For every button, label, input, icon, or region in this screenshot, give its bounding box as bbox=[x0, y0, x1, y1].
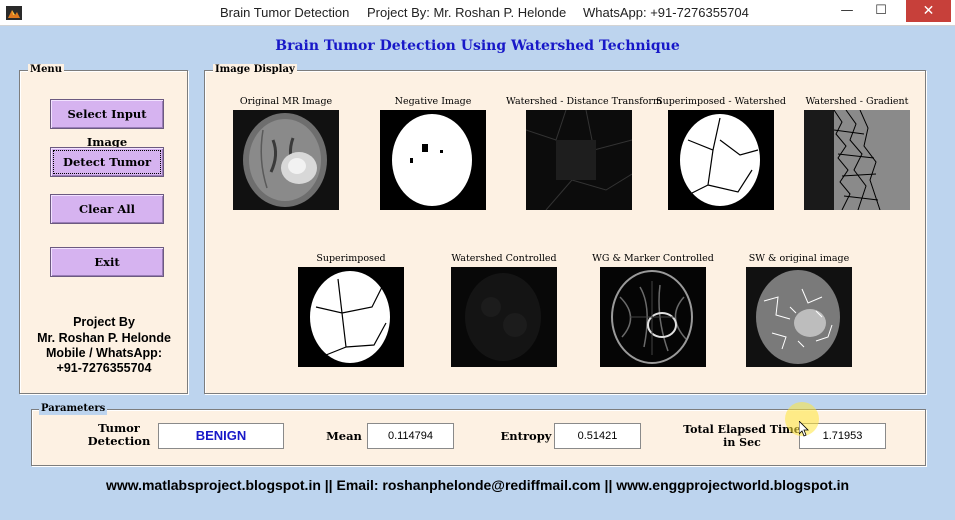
credit-line-3: Mobile / WhatsApp: bbox=[46, 346, 162, 360]
image-display-panel: Image Display Original MR Image Negative… bbox=[204, 64, 926, 394]
original-mr-image bbox=[233, 110, 339, 210]
exit-button[interactable]: Exit bbox=[50, 247, 164, 277]
matlab-icon bbox=[6, 6, 22, 20]
image-display-title: Image Display bbox=[213, 64, 297, 76]
distance-transform-image bbox=[526, 110, 632, 210]
elapsed-time-line-2: in Sec bbox=[723, 436, 761, 449]
minimize-button[interactable]: — bbox=[832, 0, 862, 22]
entropy-label: Entropy bbox=[500, 429, 552, 443]
tumor-detection-field[interactable]: BENIGN bbox=[158, 423, 284, 449]
entropy-field[interactable]: 0.51421 bbox=[554, 423, 641, 449]
window-whatsapp: WhatsApp: +91-7276355704 bbox=[583, 5, 749, 20]
window-project: Project By: Mr. Roshan P. Helonde bbox=[367, 5, 567, 20]
elapsed-time-label: Total Elapsed Time in Sec bbox=[682, 423, 802, 449]
watershed-controlled-image bbox=[451, 267, 557, 367]
menu-panel: Menu Select Input Image Detect Tumor Cle… bbox=[19, 64, 188, 394]
footer-contact: www.matlabsproject.blogspot.in || Email:… bbox=[105, 477, 850, 493]
credit-line-2: Mr. Roshan P. Helonde bbox=[37, 331, 171, 345]
watershed-gradient-caption: Watershed - Gradient bbox=[805, 96, 909, 107]
window-title: Brain Tumor Detection bbox=[220, 5, 350, 20]
maximize-button[interactable]: ☐ bbox=[866, 0, 896, 22]
original-mr-caption: Original MR Image bbox=[239, 96, 333, 107]
page-title: Brain Tumor Detection Using Watershed Te… bbox=[275, 38, 680, 54]
superimposed-image bbox=[298, 267, 404, 367]
tumor-detection-label: Tumor Detection bbox=[79, 422, 159, 448]
title-bar: Brain Tumor Detection Project By: Mr. Ro… bbox=[0, 0, 955, 26]
superimposed-caption: Superimposed bbox=[316, 253, 386, 264]
mean-label: Mean bbox=[326, 429, 362, 443]
clear-all-button[interactable]: Clear All bbox=[50, 194, 164, 224]
watershed-controlled-caption: Watershed Controlled bbox=[451, 253, 557, 264]
tumor-label-line-2: Detection bbox=[87, 434, 151, 448]
negative-image bbox=[380, 110, 486, 210]
mouse-pointer-icon bbox=[799, 421, 809, 437]
negative-caption: Negative Image bbox=[394, 96, 472, 107]
marker-controlled-image bbox=[600, 267, 706, 367]
detect-tumor-button[interactable]: Detect Tumor bbox=[50, 147, 164, 177]
credit-line-1: Project By bbox=[73, 315, 135, 329]
marker-controlled-caption: WG & Marker Controlled bbox=[592, 253, 714, 264]
menu-panel-title: Menu bbox=[28, 64, 64, 76]
select-input-image-button[interactable]: Select Input Image bbox=[50, 99, 164, 149]
parameters-panel-title: Parameters bbox=[39, 403, 108, 415]
sw-original-caption: SW & original image bbox=[748, 253, 850, 264]
watershed-gradient-image bbox=[804, 110, 910, 210]
sw-original-image bbox=[746, 267, 852, 367]
superimposed-watershed-caption: Superimposed - Watershed bbox=[656, 96, 786, 107]
distance-transform-caption: Watershed - Distance Transform bbox=[506, 96, 662, 107]
credit-line-4: +91-7276355704 bbox=[56, 361, 152, 375]
superimposed-watershed-image bbox=[668, 110, 774, 210]
figure-client-area: Brain Tumor Detection Using Watershed Te… bbox=[7, 28, 948, 514]
close-button[interactable]: ✕ bbox=[906, 0, 951, 22]
elapsed-time-line-1: Total Elapsed Time bbox=[683, 423, 801, 436]
mean-field[interactable]: 0.114794 bbox=[367, 423, 454, 449]
